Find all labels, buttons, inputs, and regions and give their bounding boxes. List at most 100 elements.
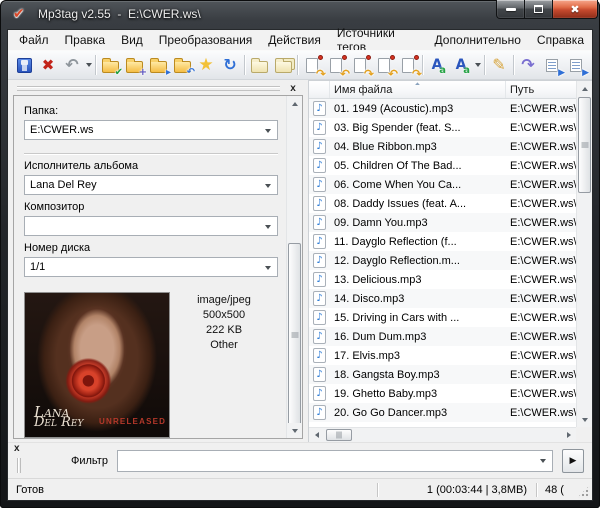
file-row[interactable]: ♪ 20. Go Go Dancer.mp3 E:\CWER.ws\ [309,403,576,422]
file-row[interactable]: ♪ 12. Dayglo Reflection.m... E:\CWER.ws\ [309,251,576,270]
convert-filename-filename-icon[interactable]: ↷ [349,54,374,79]
file-row[interactable]: ♪ 03. Big Spender (feat. S... E:\CWER.ws\ [309,118,576,137]
file-rows: ♪ 01. 1949 (Acoustic).mp3 E:\CWER.ws\ ♪ 03. … [309,99,576,427]
file-row[interactable]: ♪ 01. 1949 (Acoustic).mp3 E:\CWER.ws\ [309,99,576,118]
music-note-icon: ♪ [313,272,326,287]
refresh-icon[interactable]: ↻ [219,54,241,77]
list-header: ▲ Имя файла Путь [309,81,576,99]
menu-item-actions[interactable]: Действия [260,31,329,49]
file-path: E:\CWER.ws\ [510,406,576,419]
file-row[interactable]: ♪ 09. Damn You.mp3 E:\CWER.ws\ [309,213,576,232]
header-path-column[interactable]: Путь [506,81,576,98]
maximize-button[interactable] [525,0,553,19]
close-button[interactable]: ✖ [553,0,598,19]
music-note-icon: ♪ [313,291,326,306]
parent-directory-icon[interactable]: ↶ [171,54,195,77]
convert-textfile-tag-icon[interactable]: ↶ [373,54,398,79]
album-artist-value: Lana Del Rey [30,179,97,191]
scroll-left-button[interactable] [309,428,324,443]
playlist-all-icon[interactable]: ▶ [565,54,589,77]
file-row[interactable]: ♪ 15. Driving in Cars with ... E:\CWER.ws\ [309,308,576,327]
menu-item-help[interactable]: Справка [529,31,592,49]
convert-tag-tag-icon[interactable]: ↷ [397,54,422,79]
chevron-down-icon [85,63,92,67]
header-filename-column[interactable]: ▲ Имя файла [330,81,506,98]
list-horizontal-scrollbar[interactable] [309,427,576,442]
remove-tag-icon[interactable]: ✖ [37,54,59,77]
album-art[interactable]: Lana Del Rey UNRELEASED [24,292,170,438]
music-note-icon: ♪ [313,234,326,249]
file-row[interactable]: ♪ 11. Dayglo Reflection (f... E:\CWER.ws\ [309,232,576,251]
scroll-thumb[interactable] [288,243,301,428]
chevron-down-icon [540,458,546,463]
edit-tag-icon[interactable]: ✎ [488,54,510,77]
undo-icon[interactable]: ↶ [61,54,83,77]
tag-panel-grip[interactable] [17,86,280,91]
save-tag-icon[interactable] [13,54,35,77]
actions-icon[interactable]: ↷ [517,54,539,77]
file-path: E:\CWER.ws\ [510,349,576,362]
scroll-up-button[interactable] [577,81,592,96]
scroll-right-button[interactable] [561,428,576,443]
open-folder-icon[interactable] [248,54,270,77]
favorites-star-icon[interactable]: ★ [195,54,217,77]
file-name: 06. Come When You Ca... [334,178,462,191]
menu-item-file[interactable]: Файл [11,31,57,49]
convert-filename-tag-icon[interactable]: ↶ [325,54,350,79]
filter-grip[interactable] [17,458,21,473]
disc-number-combobox[interactable]: 1/1 [24,257,278,277]
file-path: E:\CWER.ws\ [510,368,576,381]
list-vertical-scrollbar[interactable] [576,81,592,427]
filter-combobox[interactable] [116,449,553,472]
file-row[interactable]: ♪ 16. Dum Dum.mp3 E:\CWER.ws\ [309,327,576,346]
file-row[interactable]: ♪ 05. Children Of The Bad... E:\CWER.ws\ [309,156,576,175]
file-row[interactable]: ♪ 06. Come When You Ca... E:\CWER.ws\ [309,175,576,194]
tag-panel-grip-row: x [8,80,308,94]
minimize-button[interactable] [496,0,525,19]
favorite-directory-icon[interactable]: ▸ [147,54,171,77]
scroll-thumb[interactable] [326,429,352,441]
menu-bar: Файл Правка Вид Преобразования Действия Источ… [8,26,592,54]
case-conversion-icon[interactable]: Aa [426,54,448,77]
file-row[interactable]: ♪ 14. Disco.mp3 E:\CWER.ws\ [309,289,576,308]
convert-tag-filename-icon[interactable]: ↷ [301,54,326,79]
menu-item-tools[interactable]: Дополнительно [427,31,529,49]
add-directory-icon[interactable]: + [123,54,147,77]
tag-panel-box: Папка: E:\CWER.ws Исполнитель альбома La… [13,95,303,439]
filter-apply-button[interactable]: ▶ [562,448,584,473]
album-artist-combobox[interactable]: Lana Del Rey [24,175,278,195]
title-bar[interactable]: ✔ Mp3tag v2.55 - E:\CWER.ws\ ✖ [0,0,600,30]
composer-combobox[interactable] [24,216,278,236]
chevron-down-icon [265,184,271,188]
file-path: E:\CWER.ws\ [510,254,576,267]
copy-folders-icon[interactable] [272,54,294,77]
music-note-icon: ♪ [313,196,326,211]
change-directory-icon[interactable]: ✔ [99,54,123,77]
menu-item-view[interactable]: Вид [113,31,151,49]
scroll-down-button[interactable] [577,412,592,427]
scroll-thumb[interactable] [578,97,591,193]
tag-panel-scrollbar[interactable] [286,96,302,438]
case-conversion-options-icon[interactable]: Aa [450,54,472,77]
file-path: E:\CWER.ws\ [510,273,576,286]
menu-item-convert[interactable]: Преобразования [151,31,261,49]
file-row[interactable]: ♪ 19. Ghetto Baby.mp3 E:\CWER.ws\ [309,384,576,403]
playlist-icon[interactable]: ▶ [541,54,565,77]
file-name: 01. 1949 (Acoustic).mp3 [334,102,454,115]
tag-panel-close-button[interactable]: x [285,82,301,95]
filter-close-button[interactable]: x [14,444,20,454]
file-row[interactable]: ♪ 08. Daddy Issues (feat. A... E:\CWER.ws\ [309,194,576,213]
file-row[interactable]: ♪ 17. Elvis.mp3 E:\CWER.ws\ [309,346,576,365]
file-row[interactable]: ♪ 13. Delicious.mp3 E:\CWER.ws\ [309,270,576,289]
case-dropdown-icon[interactable] [473,54,482,77]
menu-item-edit[interactable]: Правка [57,31,114,49]
resize-grip[interactable] [577,485,590,498]
scroll-down-button[interactable] [287,423,302,438]
undo-dropdown-icon[interactable] [84,54,93,77]
header-icon-column[interactable] [309,81,330,98]
panel-divider [24,153,278,154]
scroll-up-button[interactable] [287,96,302,111]
folder-combobox[interactable]: E:\CWER.ws [24,120,278,140]
file-row[interactable]: ♪ 04. Blue Ribbon.mp3 E:\CWER.ws\ [309,137,576,156]
file-row[interactable]: ♪ 18. Gangsta Boy.mp3 E:\CWER.ws\ [309,365,576,384]
